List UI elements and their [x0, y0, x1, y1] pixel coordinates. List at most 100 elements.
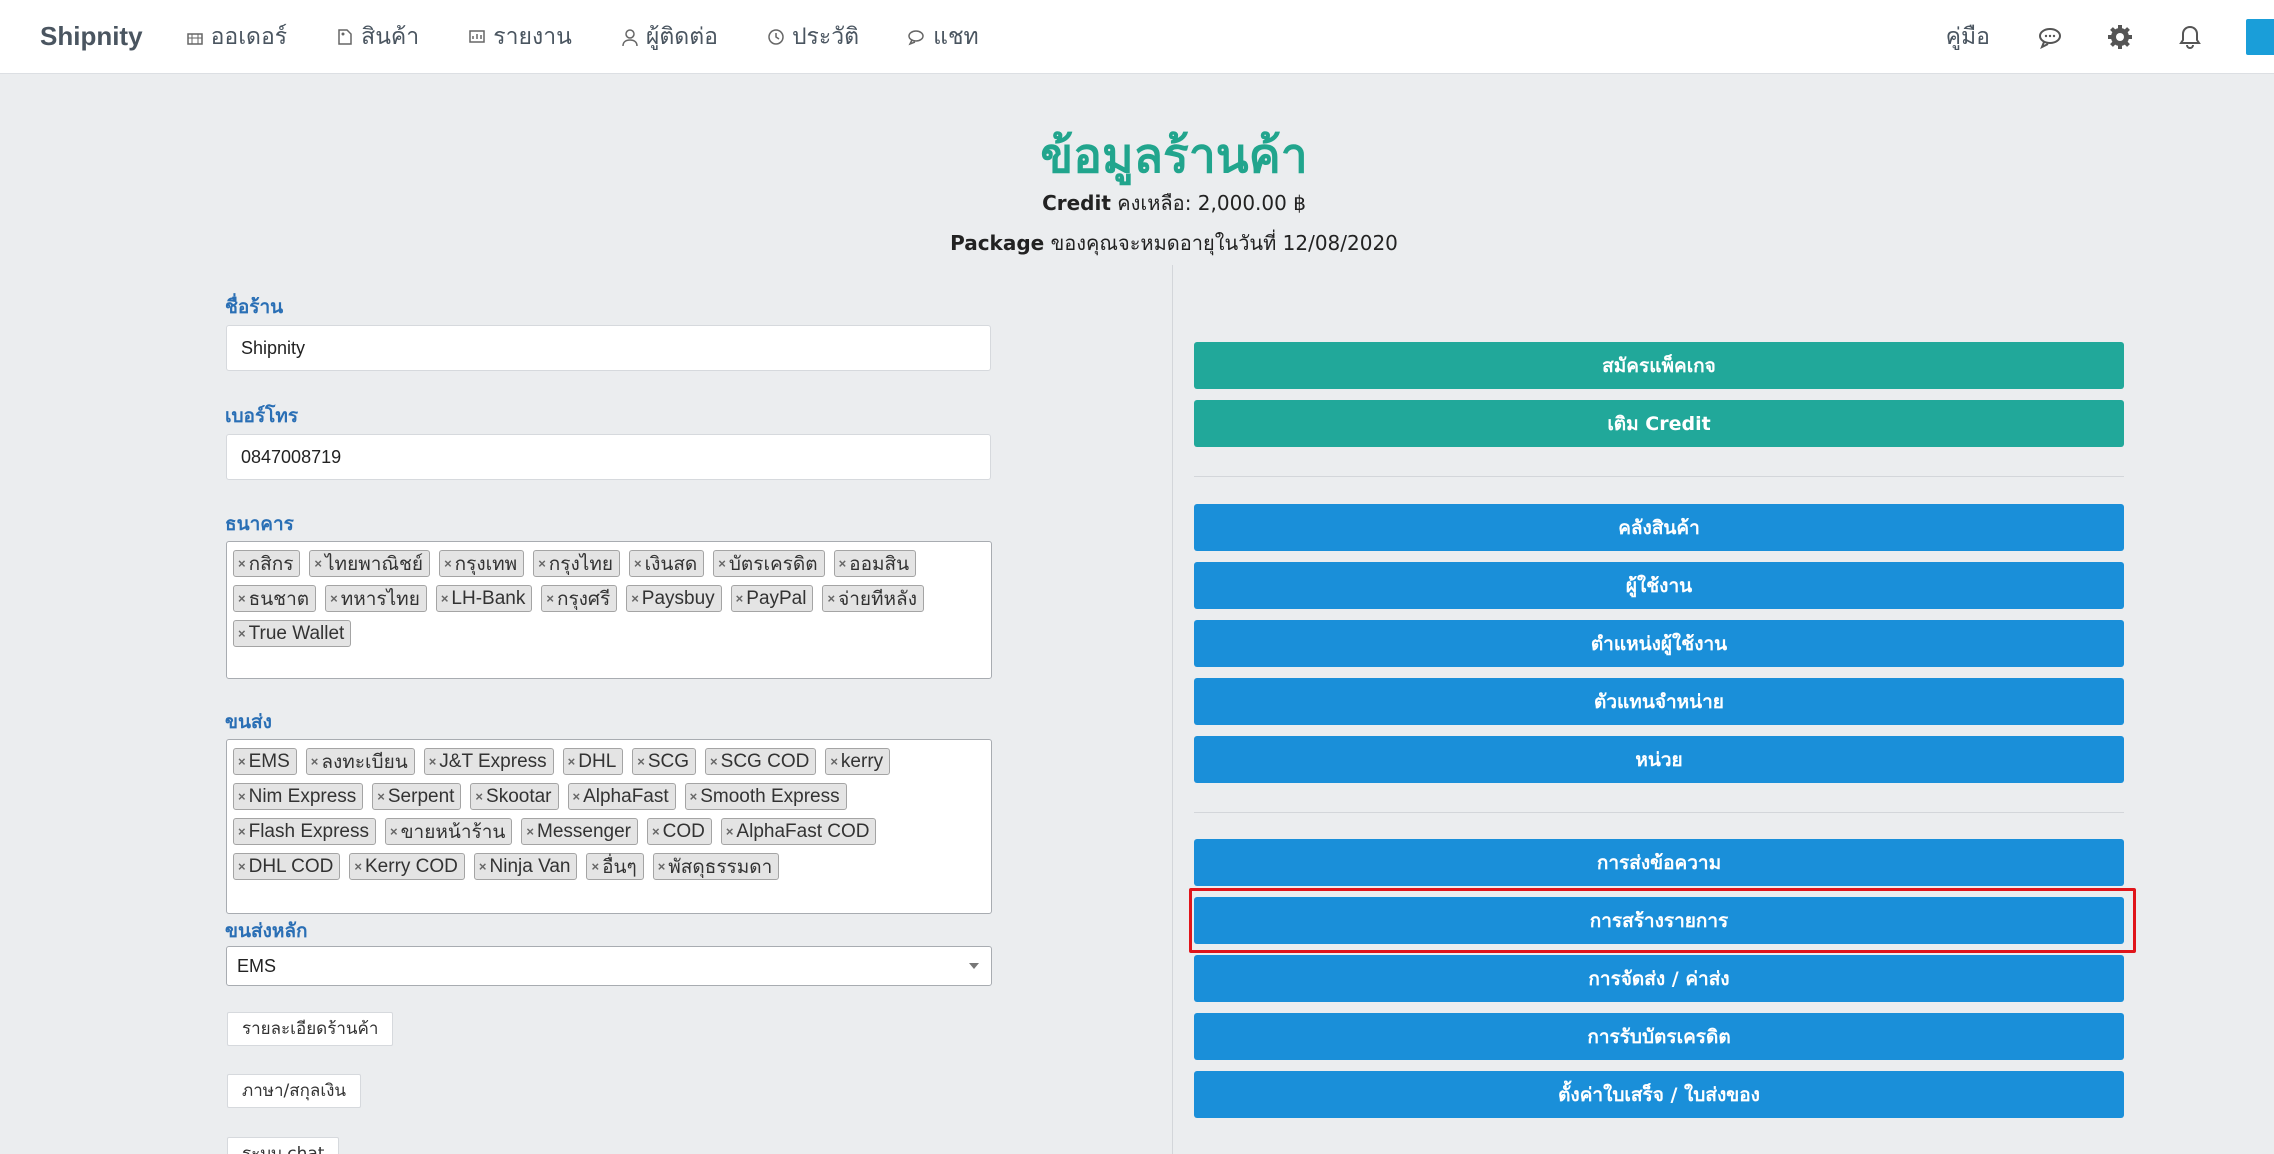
close-icon[interactable]: ×: [591, 859, 599, 874]
close-icon[interactable]: ×: [839, 556, 847, 571]
close-icon[interactable]: ×: [726, 824, 734, 839]
close-icon[interactable]: ×: [631, 591, 639, 606]
nav-item-history[interactable]: ประวัติ: [766, 19, 859, 55]
nav-item-orders[interactable]: ออเดอร์: [185, 19, 287, 55]
nav-right: คู่มือ: [1946, 0, 2274, 74]
tag-label: COD: [662, 820, 705, 842]
credit-card-button[interactable]: การรับบัตรเครดิต: [1194, 1013, 2124, 1060]
close-icon[interactable]: ×: [330, 591, 338, 606]
tag-label: kerry: [840, 750, 884, 772]
nav-item-reports[interactable]: รายงาน: [467, 19, 572, 55]
close-icon[interactable]: ×: [238, 789, 246, 804]
close-icon[interactable]: ×: [546, 591, 554, 606]
tag-chip: × True Wallet: [233, 620, 352, 647]
user-roles-button[interactable]: ตำแหน่งผู้ใช้งาน: [1194, 620, 2124, 667]
tag-label: AlphaFast: [583, 785, 669, 807]
main-shipping-label: ขนส่งหลัก: [225, 920, 308, 942]
receipt-settings-button[interactable]: ตั้งค่าใบเสร็จ / ใบส่งของ: [1194, 1071, 2124, 1118]
close-icon[interactable]: ×: [429, 754, 437, 769]
close-icon[interactable]: ×: [736, 591, 744, 606]
units-button[interactable]: หน่วย: [1194, 736, 2124, 783]
nav-item-products[interactable]: สินค้า: [335, 19, 419, 55]
close-icon[interactable]: ×: [538, 556, 546, 571]
tag-label: ธนชาต: [248, 588, 310, 610]
close-icon[interactable]: ×: [314, 556, 322, 571]
close-icon[interactable]: ×: [377, 789, 385, 804]
tag-label: ทหารไทย: [340, 588, 420, 610]
main-shipping-select[interactable]: EMS: [226, 946, 992, 986]
close-icon[interactable]: ×: [568, 754, 576, 769]
tag-label: PayPal: [746, 587, 807, 609]
tag-label: จ่ายทีหลัง: [838, 588, 917, 610]
chat-system-button[interactable]: ระบบ chat: [227, 1137, 340, 1154]
phone-label: เบอร์โทร: [225, 405, 299, 427]
close-icon[interactable]: ×: [311, 754, 319, 769]
users-button[interactable]: ผู้ใช้งาน: [1194, 562, 2124, 609]
close-icon[interactable]: ×: [652, 824, 660, 839]
shop-name-input[interactable]: Shipnity: [226, 325, 991, 371]
tag-label: ไทยพาณิชย์: [325, 553, 424, 575]
tag-chip: × บัตรเครดิต: [713, 550, 825, 577]
tag-chip: × กรุงศรี: [541, 585, 618, 612]
tag-chip: × SCG: [632, 748, 697, 775]
close-icon[interactable]: ×: [573, 789, 581, 804]
topup-credit-button[interactable]: เติม Credit: [1194, 400, 2124, 447]
close-icon[interactable]: ×: [475, 789, 483, 804]
messaging-button[interactable]: การส่งข้อความ: [1194, 839, 2124, 886]
tag-label: Smooth Express: [700, 785, 840, 807]
nav-item-contacts[interactable]: ผู้ติดต่อ: [620, 19, 718, 55]
shipping-fee-button[interactable]: การจัดส่ง / ค่าส่ง: [1194, 955, 2124, 1002]
close-icon[interactable]: ×: [238, 556, 246, 571]
gear-icon[interactable]: [2106, 23, 2134, 51]
column-divider: [1172, 265, 1173, 1154]
language-currency-button[interactable]: ภาษา/สกุลเงิน: [227, 1074, 362, 1108]
tag-label: SCG: [647, 750, 690, 772]
phone-input[interactable]: 0847008719: [226, 434, 991, 480]
tag-chip: × LH-Bank: [435, 585, 533, 612]
subscribe-package-button[interactable]: สมัครแพ็คเกจ: [1194, 342, 2124, 389]
brand-logo[interactable]: Shipnity: [40, 21, 143, 52]
close-icon[interactable]: ×: [690, 789, 698, 804]
close-icon[interactable]: ×: [238, 754, 246, 769]
bank-tag-input[interactable]: × กสิกร × ไทยพาณิชย์ × กรุงเทพ × กรุงไทย × เงินสด…: [226, 541, 992, 679]
tag-label: True Wallet: [248, 622, 345, 644]
close-icon[interactable]: ×: [238, 859, 246, 874]
close-icon[interactable]: ×: [238, 824, 246, 839]
close-icon[interactable]: ×: [830, 754, 838, 769]
tag-chip: × DHL COD: [233, 853, 341, 880]
nav-item-chat[interactable]: แชท: [907, 19, 979, 55]
bell-icon[interactable]: [2176, 23, 2204, 51]
close-icon[interactable]: ×: [634, 556, 642, 571]
close-icon[interactable]: ×: [710, 754, 718, 769]
close-icon[interactable]: ×: [444, 556, 452, 571]
dealers-button[interactable]: ตัวแทนจำหน่าย: [1194, 678, 2124, 725]
close-icon[interactable]: ×: [637, 754, 645, 769]
message-icon[interactable]: [2036, 23, 2064, 51]
close-icon[interactable]: ×: [827, 591, 835, 606]
tag-label: เงินสด: [644, 553, 698, 575]
manual-link[interactable]: คู่มือ: [1946, 19, 1990, 55]
close-icon[interactable]: ×: [658, 859, 666, 874]
close-icon[interactable]: ×: [526, 824, 534, 839]
shop-detail-button[interactable]: รายละเอียดร้านค้า: [227, 1012, 394, 1046]
tag-chip: × AlphaFast: [567, 783, 676, 810]
close-icon[interactable]: ×: [354, 859, 362, 874]
close-icon[interactable]: ×: [441, 591, 449, 606]
highlight-box: [1189, 888, 2136, 953]
nav-item-label: ประวัติ: [791, 23, 860, 50]
close-icon[interactable]: ×: [390, 824, 398, 839]
close-icon[interactable]: ×: [238, 591, 246, 606]
close-icon[interactable]: ×: [718, 556, 726, 571]
shipping-label: ขนส่ง: [225, 711, 272, 733]
tag-label: Paysbuy: [641, 587, 715, 609]
tag-chip: × กรุงไทย: [533, 550, 620, 577]
tag-label: Messenger: [537, 820, 631, 842]
nav-item-label: แชท: [933, 23, 979, 50]
warehouse-button[interactable]: คลังสินค้า: [1194, 504, 2124, 551]
tag-label: DHL COD: [248, 855, 334, 877]
user-icon: [622, 28, 638, 46]
close-icon[interactable]: ×: [238, 626, 246, 641]
avatar[interactable]: [2246, 19, 2274, 55]
close-icon[interactable]: ×: [479, 859, 487, 874]
shipping-tag-input[interactable]: × EMS × ลงทะเบียน × J&T Express × DHL × SCG × SCG C…: [226, 739, 992, 914]
